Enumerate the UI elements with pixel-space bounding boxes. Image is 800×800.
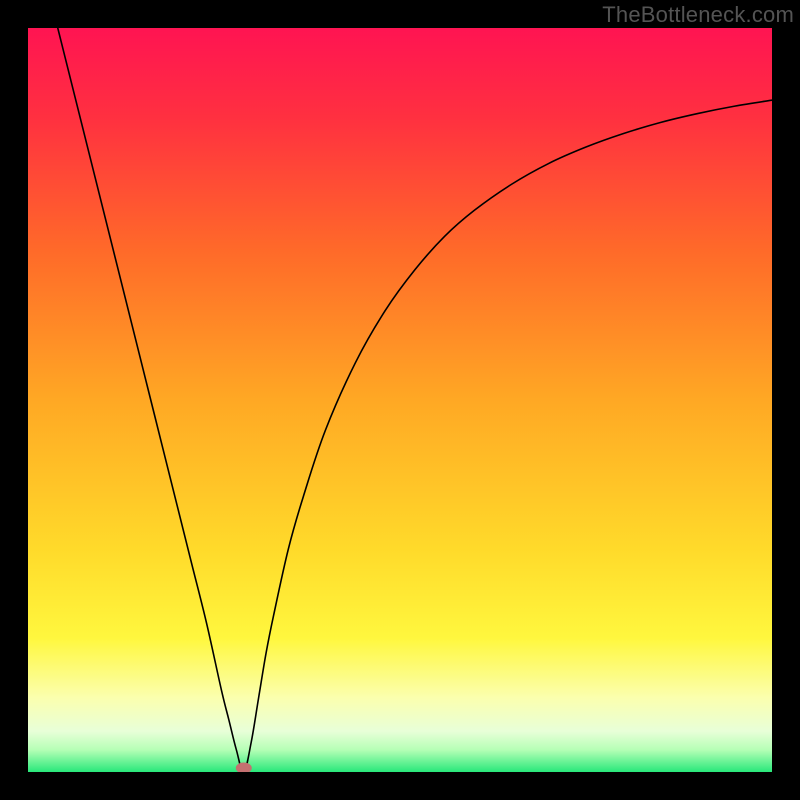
chart-container: TheBottleneck.com bbox=[0, 0, 800, 800]
plot-area bbox=[28, 28, 772, 772]
chart-svg bbox=[28, 28, 772, 772]
watermark-text: TheBottleneck.com bbox=[602, 2, 794, 28]
gradient-background bbox=[28, 28, 772, 772]
